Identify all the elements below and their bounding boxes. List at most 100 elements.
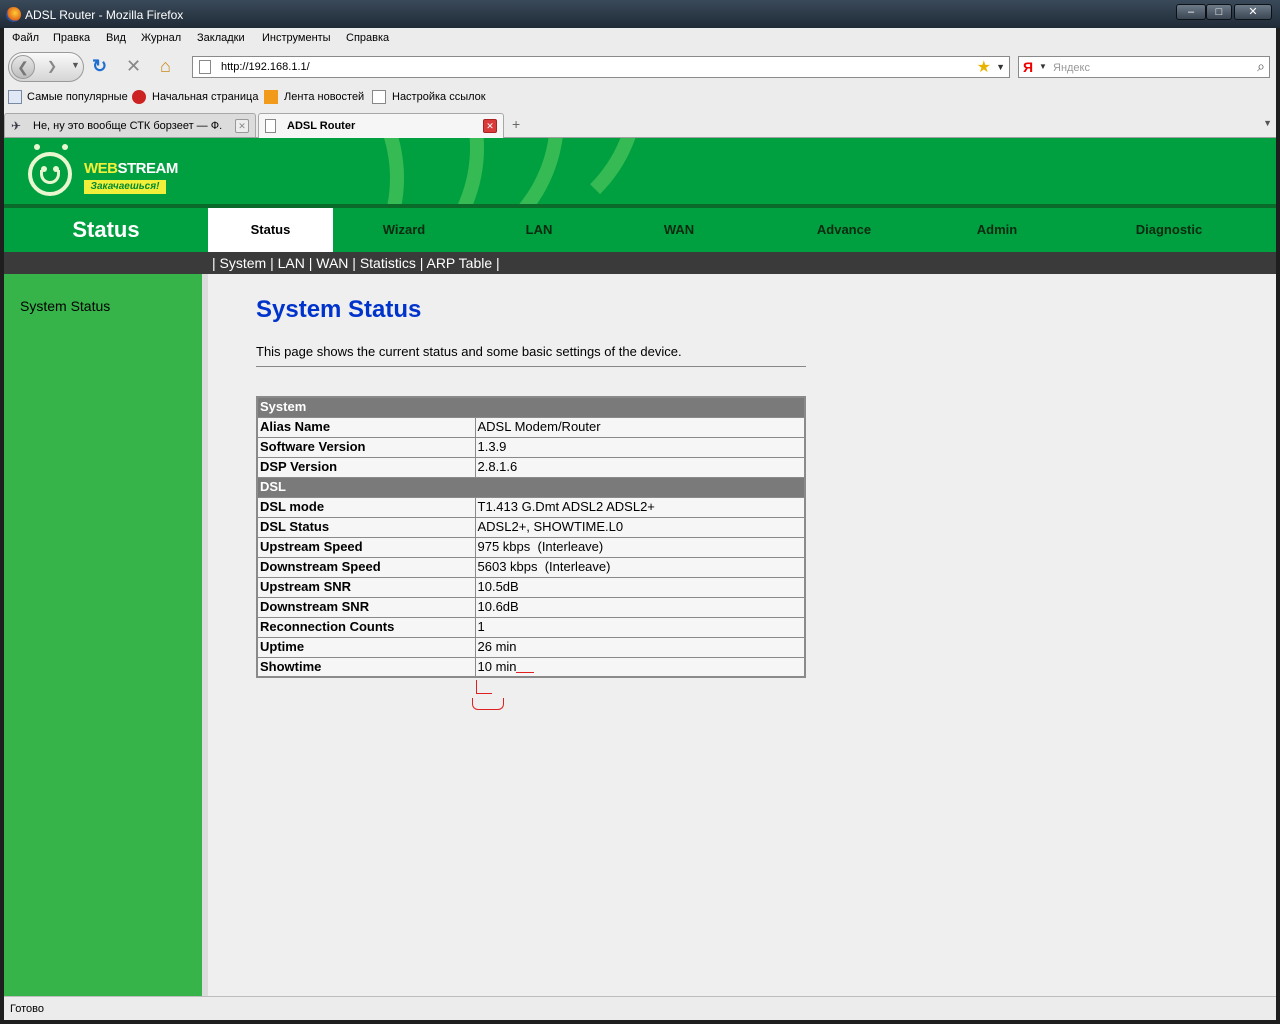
- row-value: 975 kbps (Interleave): [474, 536, 806, 558]
- menu-help[interactable]: Справка: [346, 32, 389, 44]
- minimize-button[interactable]: –: [1176, 4, 1206, 20]
- search-input[interactable]: Яндекс: [1053, 62, 1090, 74]
- tab-label: ADSL Router: [287, 120, 356, 132]
- back-forward-group: ❮ ❯ ▼: [8, 52, 84, 82]
- table-row: Alias Name ADSL Modem/Router: [256, 416, 806, 438]
- row-key: Upstream Speed: [256, 536, 476, 558]
- status-bar: Готово: [4, 996, 1276, 1020]
- bookmark-news-feed[interactable]: Лента новостей: [284, 91, 364, 103]
- main-content: System Status This page shows the curren…: [208, 274, 1276, 996]
- nav-diagnostic[interactable]: Diagnostic: [1114, 208, 1224, 252]
- table-row: Uptime 26 min: [256, 636, 806, 658]
- tab-list-icon[interactable]: ▼: [1263, 118, 1272, 128]
- sidebar: System Status: [4, 274, 202, 996]
- logo-slogan: Закачаешься!: [84, 180, 166, 194]
- search-engine-dropdown-icon[interactable]: ▼: [1039, 62, 1047, 71]
- tab-forum[interactable]: ✈ Не, ну это вообще СТК борзеет — Ф... ✕: [4, 113, 256, 137]
- row-value: 10.5dB: [474, 576, 806, 598]
- stop-icon[interactable]: ✕: [126, 56, 141, 76]
- bookmark-customize-links[interactable]: Настройка ссылок: [392, 91, 486, 103]
- browser-chrome: Файл Правка Вид Журнал Закладки Инструме…: [4, 28, 1276, 138]
- table-row: Upstream SNR 10.5dB: [256, 576, 806, 598]
- section-header-label: DSL: [256, 476, 806, 498]
- yandex-icon[interactable]: Я: [1023, 59, 1033, 75]
- tab-adsl-router[interactable]: ADSL Router ✕: [258, 113, 504, 138]
- table-section-header: DSL: [256, 476, 806, 498]
- row-key: Upstream SNR: [256, 576, 476, 598]
- row-key: Alias Name: [256, 416, 476, 438]
- rss-icon: [264, 90, 278, 104]
- maximize-button[interactable]: □: [1206, 4, 1232, 20]
- search-icon[interactable]: ⌕: [1257, 58, 1265, 75]
- table-row: Software Version 1.3.9: [256, 436, 806, 458]
- status-table: System Alias Name ADSL Modem/Router Softw…: [256, 396, 806, 678]
- url-dropdown-icon[interactable]: ▼: [996, 62, 1005, 72]
- nav-wizard[interactable]: Wizard: [344, 208, 464, 252]
- back-button[interactable]: ❮: [11, 55, 35, 79]
- router-page: WEBSTREAM Закачаешься! Status Status Wiz…: [4, 138, 1276, 996]
- menu-bookmarks[interactable]: Закладки: [197, 32, 245, 44]
- nav-lan[interactable]: LAN: [494, 208, 584, 252]
- row-value: 1: [474, 616, 806, 638]
- row-value: 1.3.9: [474, 436, 806, 458]
- nav-admin[interactable]: Admin: [954, 208, 1040, 252]
- window-title: ADSL Router - Mozilla Firefox: [25, 8, 184, 22]
- menu-tools[interactable]: Инструменты: [262, 32, 331, 44]
- divider: [256, 366, 806, 367]
- page-icon: [265, 119, 276, 133]
- bookmark-star-icon[interactable]: ★: [977, 57, 991, 77]
- row-value: 10 min: [474, 656, 806, 678]
- nav-wan[interactable]: WAN: [634, 208, 724, 252]
- url-bar[interactable]: http://192.168.1.1/ ★ ▼: [192, 56, 1010, 78]
- search-bar[interactable]: Я ▼ Яндекс ⌕: [1018, 56, 1270, 78]
- history-dropdown-icon[interactable]: ▼: [71, 60, 80, 70]
- row-key: Downstream SNR: [256, 596, 476, 618]
- table-row: Upstream Speed 975 kbps (Interleave): [256, 536, 806, 558]
- menu-view[interactable]: Вид: [106, 32, 126, 44]
- nav-status[interactable]: Status: [208, 208, 333, 252]
- row-key: DSP Version: [256, 456, 476, 478]
- page-description: This page shows the current status and s…: [256, 344, 682, 359]
- annotation-mark: [476, 680, 492, 694]
- table-row: DSL Status ADSL2+, SHOWTIME.L0: [256, 516, 806, 538]
- menu-history[interactable]: Журнал: [141, 32, 181, 44]
- window-titlebar: ADSL Router - Mozilla Firefox – □ ✕: [0, 0, 1280, 28]
- sidebar-item-system-status[interactable]: System Status: [20, 298, 110, 314]
- close-tab-icon[interactable]: ✕: [483, 119, 497, 133]
- table-row: Reconnection Counts 1: [256, 616, 806, 638]
- bookmark-most-visited[interactable]: Самые популярные: [27, 91, 128, 103]
- table-row: DSP Version 2.8.1.6: [256, 456, 806, 478]
- status-text: Готово: [10, 1003, 44, 1015]
- close-window-button[interactable]: ✕: [1234, 4, 1272, 20]
- main-nav: Status Status Wizard LAN WAN Advance Adm…: [4, 204, 1276, 252]
- reload-icon[interactable]: ↻: [92, 56, 107, 76]
- logo-text: WEBSTREAM: [84, 160, 178, 177]
- annotation-mark: [472, 698, 504, 710]
- page-icon: [199, 60, 211, 74]
- tab-label: Не, ну это вообще СТК борзеет — Ф...: [33, 120, 223, 132]
- menu-edit[interactable]: Правка: [53, 32, 90, 44]
- logo-antenna: [34, 144, 40, 150]
- start-page-icon: [132, 90, 146, 104]
- row-key: DSL mode: [256, 496, 476, 518]
- row-key: DSL Status: [256, 516, 476, 538]
- bookmark-start-page[interactable]: Начальная страница: [152, 91, 258, 103]
- section-title: Status: [72, 217, 140, 242]
- url-text[interactable]: http://192.168.1.1/: [221, 61, 310, 73]
- table-row: Downstream SNR 10.6dB: [256, 596, 806, 618]
- tab-bar: ✈ Не, ну это вообще СТК борзеет — Ф... ✕…: [4, 110, 1276, 138]
- menu-file[interactable]: Файл: [12, 32, 39, 44]
- close-tab-icon[interactable]: ✕: [235, 119, 249, 133]
- sub-nav: | System | LAN | WAN | Statistics | ARP …: [4, 252, 1276, 274]
- nav-advance[interactable]: Advance: [794, 208, 894, 252]
- page-title: System Status: [256, 296, 422, 323]
- home-icon[interactable]: ⌂: [160, 56, 171, 76]
- new-tab-icon[interactable]: +: [512, 116, 520, 132]
- row-value: ADSL2+, SHOWTIME.L0: [474, 516, 806, 538]
- sub-nav-links[interactable]: | System | LAN | WAN | Statistics | ARP …: [212, 255, 500, 271]
- table-row: DSL mode T1.413 G.Dmt ADSL2 ADSL2+: [256, 496, 806, 518]
- page-icon: [372, 90, 386, 104]
- row-value: 2.8.1.6: [474, 456, 806, 478]
- forward-button[interactable]: ❯: [47, 59, 57, 73]
- row-key: Downstream Speed: [256, 556, 476, 578]
